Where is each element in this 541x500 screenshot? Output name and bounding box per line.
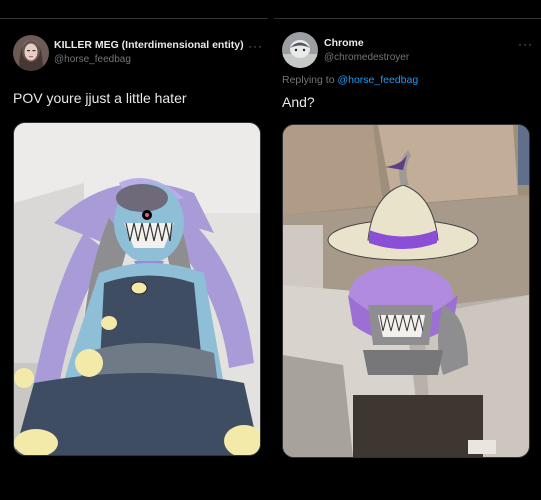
reply-mention-link[interactable]: @horse_feedbag xyxy=(337,74,418,86)
left-tweet-image[interactable] xyxy=(13,122,261,456)
left-display-name[interactable]: KILLER MEG (Interdimensional entity) xyxy=(54,39,244,51)
right-handle[interactable]: @chromedestroyer xyxy=(324,52,409,63)
more-dots-icon[interactable]: ··· xyxy=(248,39,263,53)
left-tweet-text: POV youre jjust a little hater xyxy=(13,90,187,106)
replying-to-line: Replying to @horse_feedbag xyxy=(282,74,418,86)
left-tweet: KILLER MEG (Interdimensional entity) @ho… xyxy=(0,18,268,463)
right-tweet-text: And? xyxy=(282,94,315,110)
left-handle[interactable]: @horse_feedbag xyxy=(54,54,131,65)
left-avatar[interactable] xyxy=(13,35,49,71)
right-avatar[interactable] xyxy=(282,32,318,68)
right-display-name[interactable]: Chrome xyxy=(324,37,364,49)
more-dots-icon[interactable]: ··· xyxy=(518,37,533,51)
right-tweet: Chrome @chromedestroyer ··· Replying to … xyxy=(274,18,541,463)
right-tweet-image[interactable] xyxy=(282,124,530,458)
reply-prefix: Replying to xyxy=(282,74,335,86)
